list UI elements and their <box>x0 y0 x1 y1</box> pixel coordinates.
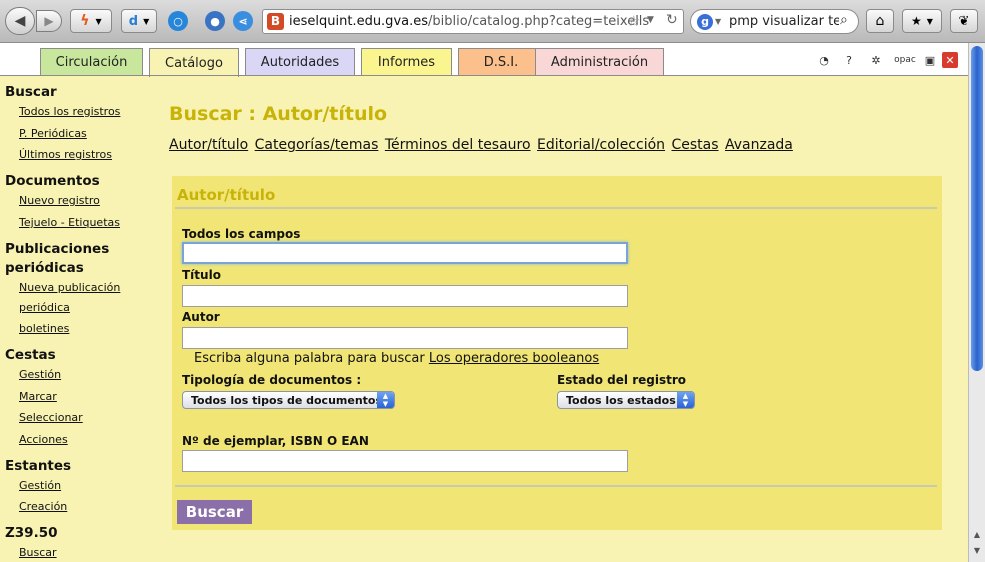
addon-icon[interactable]: ⋖ <box>233 11 253 31</box>
subnav-avanzada[interactable]: Avanzada <box>725 137 793 153</box>
chevron-down-icon[interactable]: ▼ <box>715 17 721 26</box>
sidebar-item-nueva-publicacion-cont[interactable]: periódica <box>19 301 70 314</box>
label-todos-campos: Todos los campos <box>182 227 301 241</box>
label-ejemplar: Nº de ejemplar, ISBN O EAN <box>182 434 369 448</box>
sidebar-heading-publicaciones: Publicaciones <box>5 241 110 257</box>
select-arrows-icon: ▲ ▼ <box>677 392 694 408</box>
tipologia-value: Todos los tipos de documentos <box>191 393 383 407</box>
sidebar-item-marcar[interactable]: Marcar <box>19 390 57 403</box>
page-scrollbar[interactable]: ▲ ▼ <box>968 43 985 562</box>
label-autor: Autor <box>182 310 220 324</box>
url-text: ieselquint.edu.gva.es/biblio/catalog.php… <box>289 14 649 29</box>
addon-icon[interactable]: ϟ ▼ <box>70 9 112 33</box>
sidebar-item-seleccionar[interactable]: Seleccionar <box>19 411 83 424</box>
opac-icon[interactable]: opac <box>893 52 917 68</box>
titulo-input[interactable] <box>182 285 628 307</box>
sidebar-item-todos-registros[interactable]: Todos los registros <box>19 105 120 118</box>
search-icon[interactable]: ⌕ <box>840 12 848 28</box>
addon-icon[interactable]: ● <box>205 11 225 31</box>
site-icon: B <box>267 13 284 30</box>
save-icon[interactable]: ▣ <box>922 52 938 68</box>
search-form-panel: Autor/título Todos los campos Título Aut… <box>172 176 942 530</box>
tab-dsi[interactable]: D.S.I. <box>458 48 544 76</box>
tab-catalogo[interactable]: Catálogo <box>149 48 239 77</box>
tab-baseline <box>0 75 968 76</box>
gear-icon[interactable]: ✲ <box>868 52 884 68</box>
panel-title: Autor/título <box>177 186 276 204</box>
gauge-icon[interactable]: ◔ <box>816 52 832 68</box>
home-icon[interactable]: ⌂ <box>866 9 894 33</box>
sidebar-item-p-periodicas[interactable]: P. Periódicas <box>19 127 87 140</box>
sidebar-item-acciones[interactable]: Acciones <box>19 433 68 446</box>
estado-select[interactable]: Todos los estados ▲ ▼ <box>557 391 695 409</box>
sidebar-heading-cestas: Cestas <box>5 347 56 363</box>
module-tabs: Circulación Catálogo Autoridades Informe… <box>0 43 968 77</box>
divider <box>175 207 937 209</box>
chevron-down-icon[interactable]: ▼ <box>647 15 654 25</box>
tab-autoridades[interactable]: Autoridades <box>245 48 355 76</box>
url-host: ieselquint.edu.gva.es <box>289 14 429 29</box>
select-arrows-icon: ▲ ▼ <box>377 392 394 408</box>
subnav-cestas[interactable]: Cestas <box>671 137 718 153</box>
forward-arrow-icon[interactable]: ▶ <box>36 10 62 32</box>
tab-informes[interactable]: Informes <box>361 48 452 76</box>
subnav-editorial[interactable]: Editorial/colección <box>537 137 665 153</box>
label-titulo: Título <box>182 268 221 282</box>
todos-campos-input[interactable] <box>182 242 628 264</box>
tab-administracion[interactable]: Administración <box>535 48 664 76</box>
scroll-thumb[interactable] <box>971 46 983 371</box>
autor-input[interactable] <box>182 327 628 349</box>
help-icon[interactable]: ? <box>841 52 857 68</box>
sidebar-item-ultimos-registros[interactable]: Últimos registros <box>19 148 112 161</box>
subnav-autor-titulo[interactable]: Autor/título <box>169 137 248 153</box>
addon-icon[interactable]: d ▼ <box>121 9 157 33</box>
sidebar-item-cestas-gestion[interactable]: Gestión <box>19 368 61 381</box>
close-icon[interactable]: ✕ <box>942 52 958 68</box>
url-bar[interactable]: B ieselquint.edu.gva.es/biblio/catalog.p… <box>262 9 684 34</box>
sidebar-heading-periodicas: periódicas <box>5 260 84 276</box>
reload-icon[interactable]: ↻ <box>666 12 678 28</box>
browser-search-text: pmp visualizar teju <box>729 14 839 29</box>
sidebar-item-nueva-publicacion[interactable]: Nueva publicación <box>19 281 120 294</box>
subnav-tesauro[interactable]: Términos del tesauro <box>385 137 531 153</box>
sidebar-heading-z3950: Z39.50 <box>5 525 58 541</box>
sidebar-item-tejuelo[interactable]: Tejuelo - Etiquetas <box>19 216 120 229</box>
tipologia-select[interactable]: Todos los tipos de documentos ▲ ▼ <box>182 391 395 409</box>
ejemplar-input[interactable] <box>182 450 628 472</box>
sidebar-heading-estantes: Estantes <box>5 458 72 474</box>
sidebar-item-estantes-gestion[interactable]: Gestión <box>19 479 61 492</box>
browser-toolbar: ◀ ▶ ϟ ▼ d ▼ ○ ● ⋖ B ieselquint.edu.gva.es/… <box>0 0 985 43</box>
circle-icon[interactable]: ○ <box>168 11 188 31</box>
divider <box>175 485 937 487</box>
estado-value: Todos los estados <box>566 393 676 407</box>
sidebar-item-z-buscar[interactable]: Buscar <box>19 546 57 559</box>
url-path: /biblio/catalog.php?categ=teixells <box>428 14 650 29</box>
sidebar-item-nuevo-registro[interactable]: Nuevo registro <box>19 194 100 207</box>
bookmarks-icon[interactable]: ★ ▼ <box>902 9 942 33</box>
bookmark-star-icon[interactable]: ☆ <box>627 12 640 30</box>
label-estado: Estado del registro <box>557 373 687 387</box>
tab-circulacion[interactable]: Circulación <box>40 48 143 76</box>
buscar-button[interactable]: Buscar <box>177 500 252 524</box>
search-subnav: Autor/título Categorías/temas Términos d… <box>169 137 795 153</box>
evernote-icon[interactable]: ❦ <box>950 9 978 33</box>
hint-text: Escriba alguna palabra para buscar <box>194 351 425 366</box>
search-engine-icon[interactable]: g <box>697 14 713 30</box>
scroll-up-icon[interactable]: ▲ <box>971 530 983 542</box>
back-arrow-icon[interactable]: ◀ <box>5 7 35 35</box>
sidebar-item-creacion[interactable]: Creación <box>19 500 67 513</box>
page-title: Buscar : Autor/título <box>169 103 388 125</box>
sidebar-heading-buscar: Buscar <box>5 84 57 100</box>
subnav-categorias[interactable]: Categorías/temas <box>255 137 379 153</box>
browser-search-input[interactable]: g ▼ pmp visualizar teju ⌕ <box>690 9 859 34</box>
scroll-down-icon[interactable]: ▼ <box>971 546 983 558</box>
sidebar-item-boletines[interactable]: boletines <box>19 322 69 335</box>
search-hint: Escriba alguna palabra para buscar Los o… <box>194 351 599 366</box>
boolean-operators-link[interactable]: Los operadores booleanos <box>429 351 599 366</box>
label-tipologia: Tipología de documentos : <box>182 373 362 387</box>
sidebar-heading-documentos: Documentos <box>5 173 100 189</box>
